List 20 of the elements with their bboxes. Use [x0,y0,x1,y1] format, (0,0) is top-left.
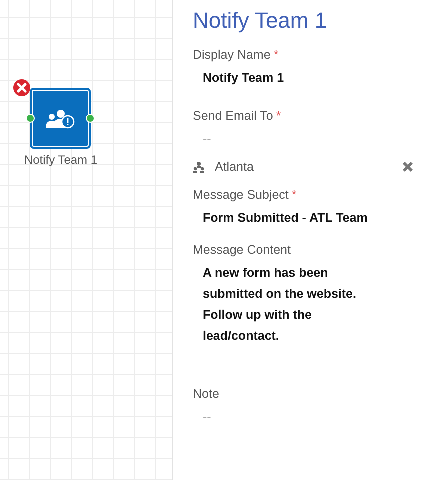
recipient-name: Atlanta [215,160,255,174]
field-value[interactable]: Form Submitted - ATL Team [193,208,418,229]
required-asterisk: * [292,188,297,202]
team-icon [193,162,205,172]
connector-port[interactable] [26,114,35,123]
people-alert-icon [44,108,76,128]
remove-icon[interactable] [402,161,414,173]
field-label: Display Name [193,48,271,62]
field-label: Message Subject [193,188,289,202]
field-label: Message Content [193,243,291,257]
connector-port[interactable] [86,114,95,123]
required-asterisk: * [274,48,279,62]
field-value[interactable]: A new form has been submitted on the website. Follow up with the lead/contact. [193,263,418,347]
field-label: Note [193,387,220,401]
field-label: Send Email To [193,109,274,123]
field-value[interactable]: Notify Team 1 [193,68,418,89]
panel-title: Notify Team 1 [193,8,328,34]
error-icon[interactable] [13,79,31,97]
required-asterisk: * [276,109,282,123]
node-label: Notify Team 1 [23,153,99,167]
